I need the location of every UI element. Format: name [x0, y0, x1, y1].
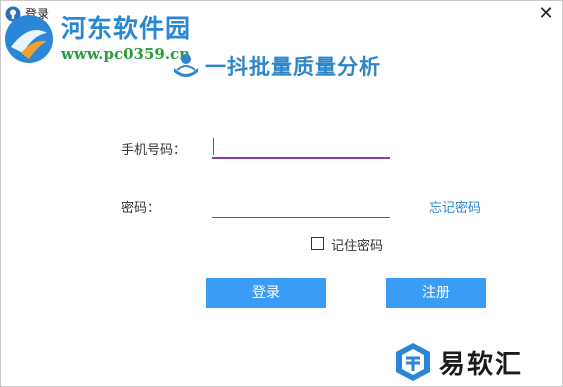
checkbox-box[interactable]	[311, 237, 324, 250]
text-cursor	[213, 138, 214, 155]
password-input[interactable]	[212, 197, 390, 218]
brand-logo	[174, 54, 198, 77]
watermark-name: 河东软件园	[61, 14, 192, 43]
phone-label: 手机号码：	[121, 143, 187, 158]
login-window: 登录 ✕ 河东软件园 www.pc0359.cn 一抖批量质量分析 手机号码： …	[0, 0, 563, 387]
forgot-password-link[interactable]: 忘记密码	[429, 197, 481, 216]
corner-brand-logo	[396, 343, 430, 381]
register-button[interactable]: 注册	[386, 278, 486, 308]
watermark-logo	[5, 15, 53, 63]
phone-input[interactable]	[212, 135, 390, 159]
corner-brand-name: 易软汇	[439, 350, 524, 380]
close-icon: ✕	[538, 3, 554, 24]
brand-name: 一抖批量质量分析	[205, 55, 381, 79]
remember-password-label[interactable]: 记住密码	[331, 235, 383, 254]
close-button[interactable]: ✕	[536, 4, 556, 24]
login-button[interactable]: 登录	[206, 278, 326, 308]
password-label: 密码：	[121, 201, 161, 216]
